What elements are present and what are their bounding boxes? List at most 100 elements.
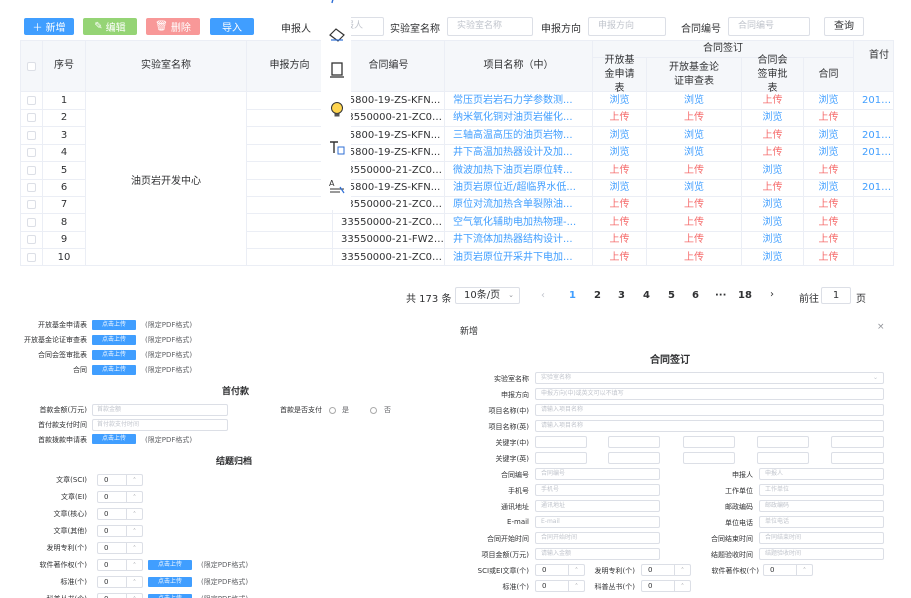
contract-no-input[interactable]: 合同编号 (535, 468, 660, 480)
view-link[interactable]: 浏览 (647, 92, 742, 109)
eraser-icon[interactable] (326, 24, 348, 44)
view-link[interactable]: 浏览 (742, 248, 804, 265)
view-link[interactable]: 浏览 (804, 92, 854, 109)
select-all-checkbox[interactable] (27, 62, 36, 71)
stepper-arrows-icon[interactable]: ⌃ (674, 565, 690, 575)
row-checkbox[interactable] (27, 165, 36, 175)
project-name-link[interactable]: 井下流体加热器结构设计... (445, 231, 593, 249)
upload-link[interactable]: 上传 (804, 213, 854, 231)
stepper-arrows-icon[interactable]: ⌃ (126, 509, 142, 519)
count-stepper[interactable]: 0⌃ (97, 474, 143, 486)
upload-link[interactable]: 上传 (647, 248, 742, 265)
page-4[interactable]: 4 (643, 290, 650, 301)
lab-name-select[interactable]: 实验室名称 ⌄ (535, 372, 884, 384)
page-1[interactable]: 1 (569, 290, 576, 301)
goto-page-input[interactable]: 1 (821, 287, 851, 304)
upload-button[interactable]: 点击上传 (148, 577, 192, 587)
count-stepper[interactable]: 0⌃ (97, 525, 143, 537)
page-18[interactable]: 18 (738, 290, 752, 301)
upload-link[interactable]: 上传 (647, 161, 742, 179)
keyword-cn-input-3[interactable] (683, 436, 735, 448)
view-link[interactable]: 浏览 (647, 144, 742, 162)
page-size-select[interactable]: 10条/页 ⌄ (455, 287, 520, 304)
project-name-link[interactable]: 油页岩原位开采井下电加... (445, 248, 593, 265)
standard-stepper[interactable]: 0 ⌃ (535, 580, 585, 592)
project-name-link[interactable]: 微波加热下油页岩原位转... (445, 161, 593, 179)
view-link[interactable]: 浏览 (593, 144, 647, 162)
accept-time-input[interactable]: 结题验收时间 (759, 548, 884, 560)
upload-link[interactable]: 上传 (804, 248, 854, 265)
first-amount-input[interactable]: 首款金额 (92, 404, 228, 416)
project-en-input[interactable]: 请输入项目名称 (535, 420, 884, 432)
upload-button[interactable]: 点击上传 (148, 560, 192, 570)
upload-link[interactable]: 上传 (742, 179, 804, 196)
keyword-cn-input-5[interactable] (831, 436, 884, 448)
keyword-en-input-1[interactable] (535, 452, 587, 464)
view-link[interactable]: 浏览 (804, 126, 854, 144)
upload-button-sign-approve[interactable]: 点击上传 (92, 350, 136, 360)
start-time-input[interactable]: 合同开始时间 (535, 532, 660, 544)
upload-link[interactable]: 上传 (742, 144, 804, 162)
stepper-arrows-icon[interactable]: ⌃ (568, 581, 584, 591)
upload-link[interactable]: 上传 (593, 248, 647, 265)
row-checkbox[interactable] (27, 183, 36, 192)
stepper-arrows-icon[interactable]: ⌃ (126, 492, 142, 502)
upload-link[interactable]: 上传 (647, 109, 742, 127)
keyword-cn-input-2[interactable] (608, 436, 660, 448)
stepper-arrows-icon[interactable]: ⌃ (126, 543, 142, 553)
first-receipt-upload-button[interactable]: 点击上传 (92, 434, 136, 444)
edit-button[interactable]: ✎ 编辑 (83, 18, 137, 35)
keyword-cn-input-4[interactable] (757, 436, 809, 448)
count-stepper[interactable]: 0⌃ (97, 508, 143, 520)
row-checkbox[interactable] (27, 148, 36, 158)
view-link[interactable]: 浏览 (593, 179, 647, 196)
project-name-link[interactable]: 三轴高温高压的油页岩物... (445, 126, 593, 144)
upload-link[interactable]: 上传 (647, 196, 742, 214)
upload-link[interactable]: 上传 (742, 126, 804, 144)
view-link[interactable]: 浏览 (804, 179, 854, 196)
view-link[interactable]: 浏览 (593, 92, 647, 109)
keyword-en-input-4[interactable] (757, 452, 809, 464)
curve-tool-icon[interactable] (326, 0, 348, 8)
count-stepper[interactable]: 0⌃ (97, 491, 143, 503)
stepper-arrows-icon[interactable]: ⌃ (126, 526, 142, 536)
keyword-cn-input-1[interactable] (535, 436, 587, 448)
upload-link[interactable]: 上传 (647, 231, 742, 249)
delete-button[interactable]: 🗑 删除 (146, 18, 200, 35)
address-input[interactable]: 通讯地址 (535, 500, 660, 512)
contract-filter-input[interactable]: 合同编号 (728, 17, 810, 36)
page-6[interactable]: 6 (692, 290, 699, 301)
upload-link[interactable]: 上传 (742, 92, 804, 109)
view-link[interactable]: 浏览 (742, 161, 804, 179)
amount-input[interactable]: 请输入金额 (535, 548, 660, 560)
patent-stepper[interactable]: 0 ⌃ (641, 564, 691, 576)
count-stepper[interactable]: 0⌃ (97, 559, 143, 571)
view-link[interactable]: 浏览 (742, 231, 804, 249)
direction-filter-input[interactable]: 申报方向 (588, 17, 666, 36)
keyword-en-input-2[interactable] (608, 452, 660, 464)
upload-link[interactable]: 上传 (593, 213, 647, 231)
close-icon[interactable]: × (877, 322, 885, 332)
direction-input[interactable]: 申报方向(中)或英文可以不填写 (535, 388, 884, 400)
view-link[interactable]: 浏览 (593, 126, 647, 144)
row-checkbox[interactable] (27, 96, 36, 105)
upload-link[interactable]: 上传 (593, 161, 647, 179)
stepper-arrows-icon[interactable]: ⌃ (126, 560, 142, 570)
lab-filter-input[interactable]: 实验室名称 (447, 17, 533, 36)
prev-page-icon[interactable]: ‹ (541, 290, 545, 301)
text-format-icon[interactable]: A (326, 176, 348, 196)
next-page-icon[interactable]: › (770, 289, 774, 300)
import-button[interactable]: 导入 (210, 18, 254, 35)
book-stepper[interactable]: 0 ⌃ (641, 580, 691, 592)
frame-tool-icon[interactable] (326, 60, 348, 80)
upload-link[interactable]: 上传 (593, 109, 647, 127)
upload-button-fund-app[interactable]: 点击上传 (92, 320, 136, 330)
stepper-arrows-icon[interactable]: ⌃ (568, 565, 584, 575)
phone-input[interactable]: 手机号 (535, 484, 660, 496)
project-name-link[interactable]: 原位对流加热含单裂隙油... (445, 196, 593, 214)
row-checkbox[interactable] (27, 200, 36, 210)
stepper-arrows-icon[interactable]: ⌃ (796, 565, 812, 575)
first-time-input[interactable]: 首付款支付时间 (92, 419, 228, 431)
software-stepper[interactable]: 0 ⌃ (763, 564, 813, 576)
text-tool-icon[interactable] (326, 138, 348, 158)
